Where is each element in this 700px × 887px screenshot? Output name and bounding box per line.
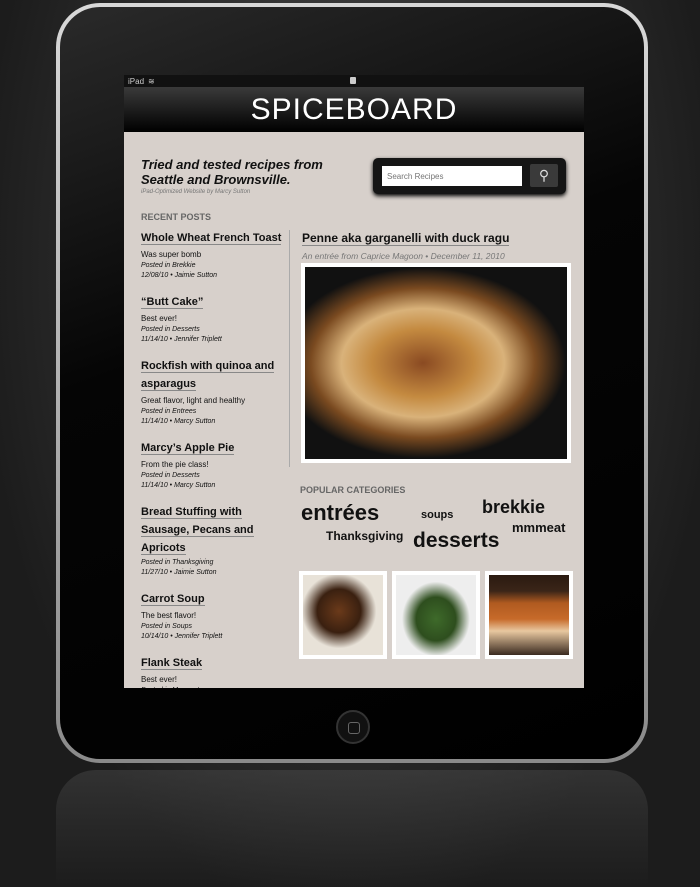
post-excerpt: Best ever! [141,314,178,323]
device-reflection [56,770,648,887]
post-title[interactable]: Marcy’s Apple Pie [141,442,235,455]
recent-post: “Butt Cake” Best ever! Posted in Desserts 1… [141,292,289,343]
post-meta: 10/14/10 • Jennifer Triplett [141,633,223,640]
post-title[interactable]: “Butt Cake” [141,296,204,309]
recent-posts-heading: RECENT POSTS [141,212,212,222]
post-category[interactable]: Posted in Desserts [141,472,289,479]
post-category[interactable]: Posted in Mmmeat [141,687,289,688]
tagline: Tried and tested recipes from Seattle an… [141,157,323,187]
search-input[interactable] [382,166,522,186]
lock-icon [350,77,356,84]
post-title[interactable]: Rockfish with quinoa and asparagus [141,360,275,391]
thumbnail-pie[interactable] [485,571,573,659]
tag-thanksgiving[interactable]: Thanksgiving [326,529,403,543]
featured-image[interactable] [301,263,571,463]
post-excerpt: Great flavor, light and healthy [141,396,246,405]
recent-post: Carrot Soup The best flavor! Posted in Sou… [141,589,289,640]
post-category[interactable]: Posted in Soups [141,623,289,630]
featured-post: Penne aka garganelli with duck ragu An e… [302,229,510,261]
tag-entrees[interactable]: entrées [301,500,379,526]
status-bar: iPad ≋ [124,75,584,87]
recent-posts-list: Whole Wheat French Toast Was super bomb Po… [141,228,289,688]
tag-desserts[interactable]: desserts [413,529,499,553]
post-category[interactable]: Posted in Thanksgiving [141,559,289,566]
recent-post: Bread Stuffing with Sausage, Pecans and … [141,502,289,576]
featured-subtitle: An entrée from Caprice Magoon • December… [302,251,505,261]
post-title[interactable]: Flank Steak [141,657,203,670]
credit: iPad-Optimized Website by Marcy Sutton [141,189,251,195]
post-category[interactable]: Posted in Brekkie [141,262,289,269]
post-category[interactable]: Posted in Entrees [141,408,289,415]
recent-post: Rockfish with quinoa and asparagus Great … [141,356,289,425]
post-title[interactable]: Whole Wheat French Toast [141,232,282,245]
search-form: ⚲ [373,158,566,194]
site-title[interactable]: SPICEBOARD [124,87,584,132]
post-excerpt: The best flavor! [141,611,197,620]
post-excerpt: Was super bomb [141,250,202,259]
post-meta: 12/08/10 • Jaimie Sutton [141,272,217,279]
tag-soups[interactable]: soups [421,509,453,521]
divider [289,230,290,467]
post-excerpt: Best ever! [141,675,178,684]
screen: iPad ≋ SPICEBOARD Tried and tested recip… [124,75,584,688]
wifi-icon: ≋ [148,76,155,86]
thumbnail-green-beans[interactable] [392,571,480,659]
post-excerpt: From the pie class! [141,460,209,469]
search-icon: ⚲ [538,167,550,183]
recent-post: Flank SteakBest ever!Posted in Mmmeat9/9… [141,653,289,688]
thumbnail-row [299,571,573,659]
post-meta: 11/14/10 • Jennifer Triplett [141,336,222,343]
search-button[interactable]: ⚲ [530,164,558,187]
device-label: iPad [128,76,145,86]
tag-brekkie[interactable]: brekkie [482,497,545,518]
home-button[interactable] [336,710,370,744]
post-meta: 11/14/10 • Marcy Sutton [141,418,216,425]
featured-title[interactable]: Penne aka garganelli with duck ragu [302,231,510,246]
post-title[interactable]: Bread Stuffing with Sausage, Pecans and … [141,506,254,555]
post-meta: 11/27/10 • Jaimie Sutton [141,569,217,576]
tag-mmmeat[interactable]: mmmeat [512,520,565,535]
popular-categories-heading: POPULAR CATEGORIES [300,485,406,495]
recent-post: Marcy’s Apple Pie From the pie class! Post… [141,438,289,489]
thumbnail-cake[interactable] [299,571,387,659]
post-category[interactable]: Posted in Desserts [141,326,289,333]
post-title[interactable]: Carrot Soup [141,593,205,606]
recent-post: Whole Wheat French Toast Was super bomb Po… [141,228,289,279]
post-meta: 11/14/10 • Marcy Sutton [141,482,216,489]
